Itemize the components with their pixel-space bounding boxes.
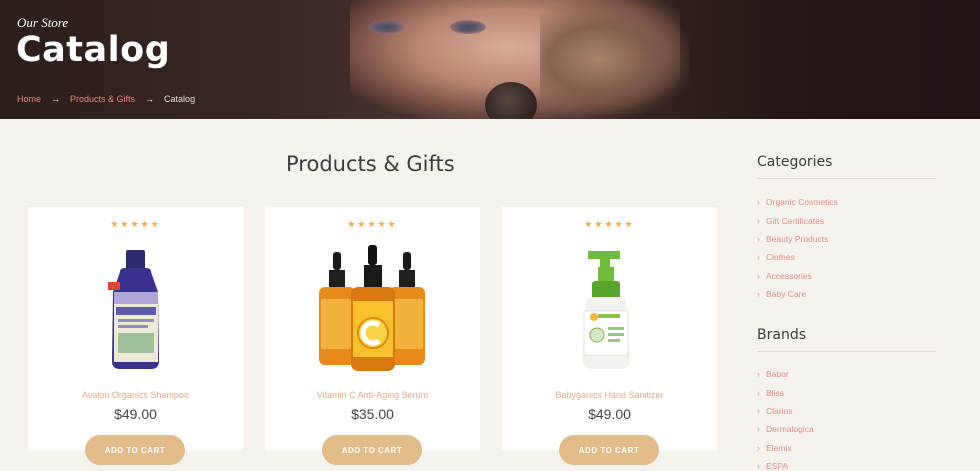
chevron-right-icon: › [757,461,760,471]
chevron-right-icon: › [757,405,760,416]
brand-label[interactable]: ESPA [766,461,788,471]
chevron-right-icon: › [757,197,760,208]
category-label[interactable]: Accessories [766,271,812,281]
categories-title: Categories [757,154,833,170]
hero-photo-eye [450,20,486,34]
category-item[interactable]: › Clothes [757,248,838,266]
chevron-right-icon: › [757,270,760,281]
categories-list: › Organic Cosmetics › Gift Certificates › B… [757,193,838,303]
hero-photo-hair [540,0,690,119]
brand-item[interactable]: › Bliss [757,383,814,401]
product-card[interactable]: ★★★★★ Avalon Organics Shampoo $49.00 [28,207,243,450]
category-item[interactable]: › Beauty Products [757,230,838,248]
product-card[interactable]: ★★★★★ Babyganics Hand Sanitizer $49.00 [502,207,717,450]
star-rating: ★★★★★ [110,219,161,229]
brand-label[interactable]: Elemis [766,443,792,453]
brand-label[interactable]: Babor [766,369,789,379]
chevron-right-icon: › [757,289,760,300]
product-image[interactable] [28,237,243,377]
brand-item[interactable]: › ESPA [757,457,814,471]
sanitizer-bottle-icon [582,251,630,369]
product-card[interactable]: ★★★★★ Vitamin C Anti-Aging Serum $35.00 [265,207,480,450]
page-title: Catalog [16,30,171,70]
category-label[interactable]: Beauty Products [766,234,828,244]
section-title: Products & Gifts [286,152,455,176]
add-to-cart-button[interactable]: ADD TO CART [85,435,185,465]
brand-item[interactable]: › Dermalogica [757,420,814,438]
brand-label[interactable]: Bliss [766,388,784,398]
product-price: $35.00 [351,406,394,422]
chevron-right-icon: › [757,215,760,226]
divider [757,178,936,179]
divider [757,351,936,352]
product-price: $49.00 [114,406,157,422]
chevron-right-icon: › [757,424,760,435]
shampoo-bottle-icon [108,250,159,369]
serum-bottles-icon [319,245,425,371]
chevron-right-icon: › [757,233,760,244]
add-to-cart-button[interactable]: ADD TO CART [559,435,659,465]
category-item[interactable]: › Organic Cosmetics [757,193,838,211]
category-item[interactable]: › Baby Care [757,285,838,303]
chevron-right-icon: › [757,369,760,380]
hero-photo-eye [368,20,404,34]
brand-label[interactable]: Clarins [766,406,792,416]
hero-subtitle: Our Store [17,15,69,30]
product-name[interactable]: Babyganics Hand Sanitizer [502,390,717,400]
product-name[interactable]: Vitamin C Anti-Aging Serum [265,390,480,400]
breadcrumb-home-link[interactable]: Home [17,94,41,104]
breadcrumb-arrow-icon: → [145,94,155,104]
breadcrumb-current: Catalog [164,94,196,104]
star-rating: ★★★★★ [347,219,398,229]
category-label[interactable]: Clothes [766,252,795,262]
chevron-right-icon: › [757,442,760,453]
product-name[interactable]: Avalon Organics Shampoo [28,390,243,400]
star-rating: ★★★★★ [584,219,635,229]
brand-label[interactable]: Dermalogica [766,424,814,434]
breadcrumb-products-link[interactable]: Products & Gifts [70,94,135,104]
category-label[interactable]: Baby Care [766,289,806,299]
add-to-cart-button[interactable]: ADD TO CART [322,435,422,465]
category-item[interactable]: › Accessories [757,267,838,285]
product-image[interactable] [502,237,717,377]
category-item[interactable]: › Gift Certificates [757,211,838,229]
product-image[interactable] [265,237,480,377]
brand-item[interactable]: › Babor [757,365,814,383]
brands-title: Brands [757,327,806,343]
brand-item[interactable]: › Clarins [757,402,814,420]
category-label[interactable]: Gift Certificates [766,216,824,226]
hero-banner: Our Store Catalog Home → Products & Gift… [0,0,980,119]
breadcrumb: Home → Products & Gifts → Catalog [17,94,195,104]
category-label[interactable]: Organic Cosmetics [766,197,838,207]
chevron-right-icon: › [757,387,760,398]
product-price: $49.00 [588,406,631,422]
brands-list: › Babor › Bliss › Clarins › Dermalogica › Ele… [757,365,814,471]
chevron-right-icon: › [757,252,760,263]
brand-item[interactable]: › Elemis [757,439,814,457]
breadcrumb-arrow-icon: → [51,94,61,104]
